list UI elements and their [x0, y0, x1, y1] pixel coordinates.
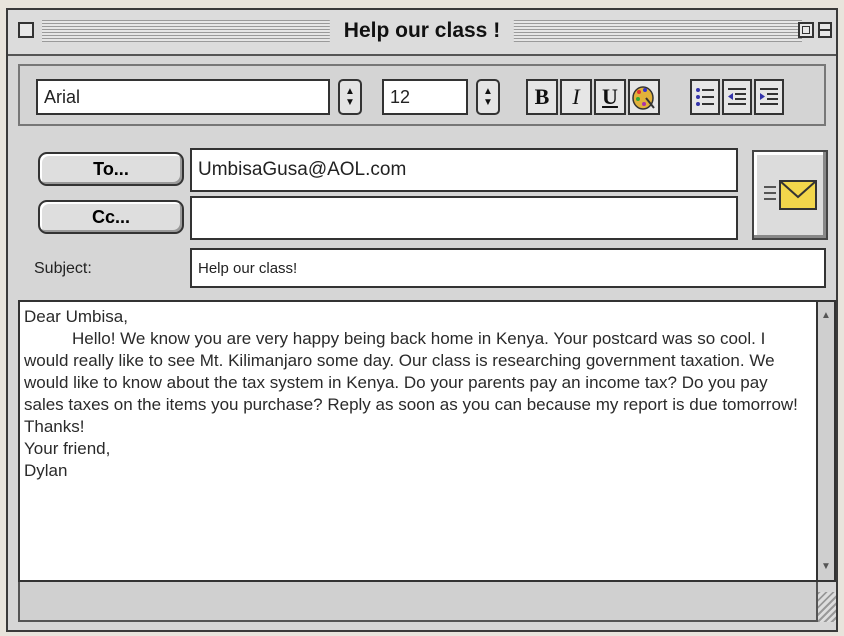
color-palette-icon [632, 86, 655, 110]
stepper-down-icon: ▼ [345, 97, 355, 108]
message-signature: Dylan [24, 461, 68, 480]
decrease-indent-button[interactable] [722, 79, 752, 115]
email-compose-window: Help our class ! Arial ▲ ▼ 12 ▲ ▼ B I U [6, 8, 838, 632]
bulleted-list-button[interactable] [690, 79, 720, 115]
send-envelope-icon [764, 180, 817, 210]
cc-field[interactable] [190, 196, 738, 240]
font-select[interactable]: Arial [36, 79, 330, 115]
font-stepper[interactable]: ▲ ▼ [338, 79, 362, 115]
bold-button[interactable]: B [526, 79, 558, 115]
message-text: Hello! We know you are very happy being … [24, 329, 798, 436]
italic-button[interactable]: I [560, 79, 592, 115]
size-stepper[interactable]: ▲ ▼ [476, 79, 500, 115]
vertical-scrollbar[interactable]: ▲ ▼ [818, 300, 836, 582]
font-size-select[interactable]: 12 [382, 79, 468, 115]
bulleted-list-icon [696, 88, 714, 106]
stepper-up-icon: ▲ [345, 86, 355, 97]
increase-indent-icon [760, 88, 778, 105]
stepper-up-icon: ▲ [483, 86, 493, 97]
subject-field[interactable]: Help our class! [190, 248, 826, 288]
scroll-down-icon[interactable]: ▼ [820, 561, 832, 572]
status-bar [18, 582, 818, 622]
decrease-indent-icon [728, 88, 746, 105]
zoom-box-icon[interactable] [798, 22, 814, 38]
title-bar[interactable]: Help our class ! [8, 10, 836, 56]
resize-handle-icon[interactable] [818, 592, 836, 622]
scroll-up-icon[interactable]: ▲ [820, 310, 832, 321]
stepper-down-icon: ▼ [483, 97, 493, 108]
collapse-box-icon[interactable] [818, 22, 832, 38]
window-title: Help our class ! [329, 16, 515, 46]
send-button[interactable] [752, 150, 828, 240]
close-box-icon[interactable] [18, 22, 34, 38]
increase-indent-button[interactable] [754, 79, 784, 115]
subject-label: Subject: [34, 260, 92, 277]
cc-button[interactable]: Cc... [38, 200, 184, 234]
formatting-toolbar: Arial ▲ ▼ 12 ▲ ▼ B I U [18, 64, 826, 126]
message-body[interactable]: Dear Umbisa, Hello! We know you are very… [18, 300, 818, 582]
color-button[interactable] [628, 79, 660, 115]
message-closing: Your friend, [24, 439, 111, 458]
message-greeting: Dear Umbisa, [24, 307, 128, 326]
to-button[interactable]: To... [38, 152, 184, 186]
underline-button[interactable]: U [594, 79, 626, 115]
to-field[interactable]: UmbisaGusa@AOL.com [190, 148, 738, 192]
